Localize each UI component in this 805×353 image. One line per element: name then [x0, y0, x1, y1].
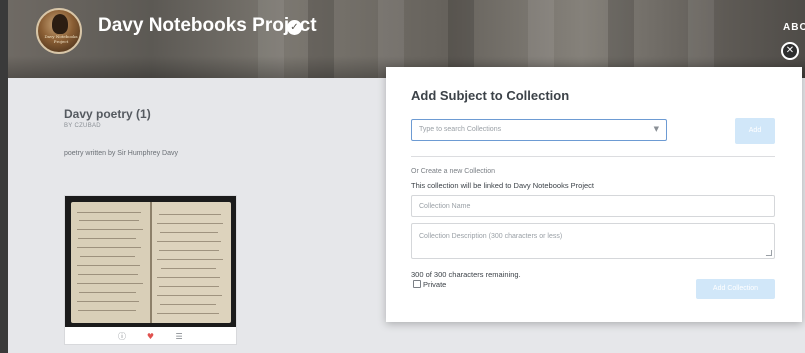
list-icon[interactable]: ☰	[172, 331, 186, 343]
add-collection-button[interactable]: Add Collection	[696, 279, 775, 299]
project-title[interactable]: Davy Notebooks Project	[98, 15, 317, 37]
project-avatar[interactable]: Davy Notebooks Project	[36, 8, 82, 54]
avatar-text: Davy Notebooks Project	[44, 34, 78, 44]
close-modal-button[interactable]: ✕	[781, 42, 799, 60]
window-left-edge	[0, 0, 8, 353]
collection-search-select[interactable]: Type to search Collections ▼	[411, 119, 667, 141]
notebook-right-page	[151, 202, 231, 323]
linked-project-note: This collection will be linked to Davy N…	[411, 181, 594, 190]
subject-card-actions: ⓘ ♥ ☰	[65, 331, 236, 345]
subject-card: ⓘ ♥ ☰	[64, 195, 237, 345]
modal-divider	[411, 156, 775, 157]
heart-icon[interactable]: ♥	[144, 331, 158, 343]
collection-name-placeholder: Collection Name	[419, 203, 471, 210]
modal-title: Add Subject to Collection	[411, 88, 570, 103]
subject-thumbnail[interactable]	[65, 196, 236, 327]
collection-owner: BY CZUBAD	[64, 123, 101, 129]
chevron-down-icon[interactable]: ▼	[654, 125, 659, 133]
notebook-left-page	[71, 202, 151, 323]
characters-remaining: 300 of 300 characters remaining.	[411, 270, 521, 279]
verified-check-icon: ✓	[287, 20, 302, 35]
add-to-collection-modal: Add Subject to Collection Type to search…	[386, 67, 802, 322]
page-frame: Davy Notebooks Project Davy Notebooks Pr…	[8, 0, 805, 353]
collection-description: poetry written by Sir Humphrey Davy	[64, 150, 178, 157]
resize-handle-icon[interactable]	[765, 250, 773, 256]
collection-description-placeholder: Collection Description (300 characters o…	[419, 233, 563, 240]
collection-name-input[interactable]: Collection Name	[411, 195, 775, 217]
info-icon[interactable]: ⓘ	[115, 331, 129, 343]
nav-about-link[interactable]: ABO	[783, 22, 805, 33]
add-button[interactable]: Add	[735, 118, 775, 144]
private-checkbox[interactable]	[413, 280, 421, 288]
collection-search-placeholder: Type to search Collections	[419, 126, 502, 133]
private-label[interactable]: Private	[423, 280, 446, 289]
portrait-icon	[52, 14, 68, 34]
notebook-spine	[150, 202, 152, 323]
create-collection-heading: Or Create a new Collection	[411, 168, 496, 175]
collection-description-textarea[interactable]: Collection Description (300 characters o…	[411, 223, 775, 259]
collection-title: Davy poetry (1)	[64, 107, 151, 121]
